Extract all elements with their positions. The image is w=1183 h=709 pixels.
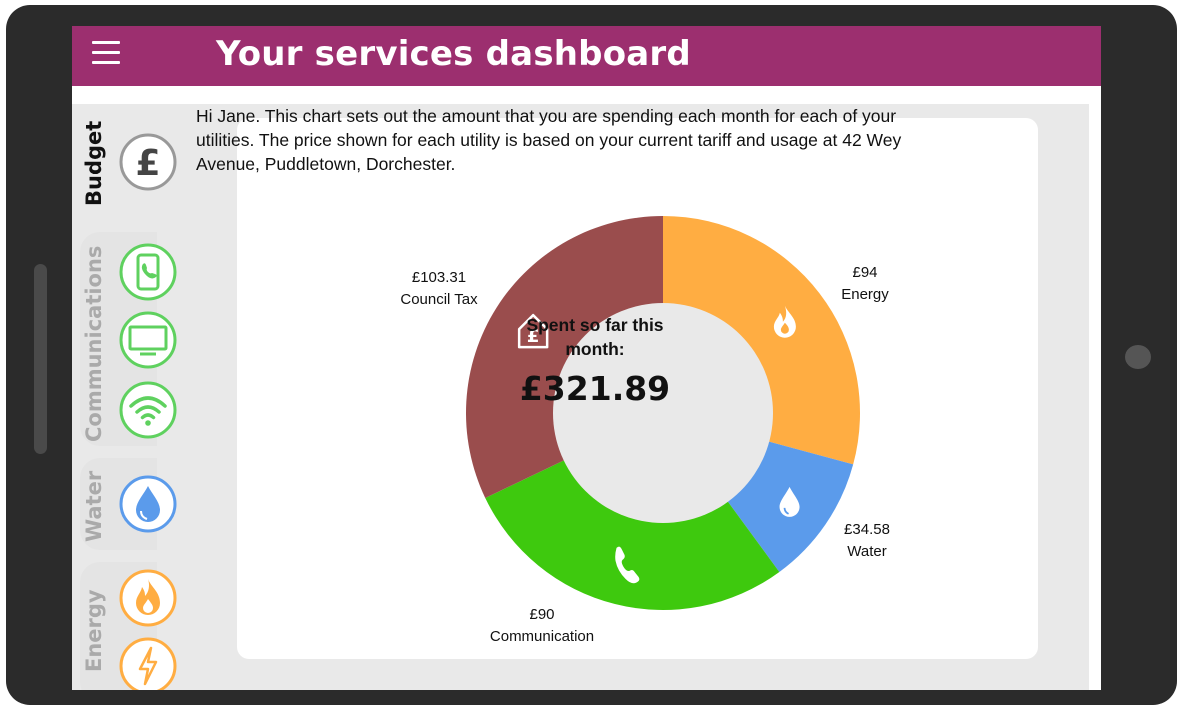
label-council-tax-amount: £103.31 (411, 269, 467, 286)
label-council-tax-name: Council Tax (400, 291, 478, 308)
flame-icon (119, 569, 177, 627)
tab-communications[interactable]: Communications (80, 232, 177, 446)
label-council-tax: £103.31 Council Tax (388, 267, 490, 311)
label-water-name: Water (847, 543, 887, 560)
tab-label-communications: Communications (82, 245, 106, 442)
center-label-line1: Spent so far this (526, 315, 664, 335)
label-communication: £90 Communication (476, 604, 608, 648)
intro-text: Hi Jane. This chart sets out the amount … (196, 106, 902, 174)
tab-label-budget: Budget (82, 120, 106, 206)
water-drop-icon (119, 475, 177, 533)
wifi-icon (119, 381, 177, 439)
pound-coin-icon: £ (119, 133, 177, 191)
label-communication-name: Communication (489, 628, 595, 645)
tab-water[interactable]: Water (80, 458, 177, 550)
tab-energy[interactable]: Energy (80, 562, 177, 690)
label-communication-amount: £90 (529, 606, 555, 623)
label-water-amount: £34.58 (844, 521, 890, 538)
tab-label-energy: Energy (82, 589, 106, 672)
label-energy-amount: £94 (852, 264, 878, 281)
mobile-phone-icon (119, 243, 177, 301)
tab-label-water: Water (82, 470, 106, 542)
label-energy: £94 Energy (830, 262, 900, 306)
label-water: £34.58 Water (830, 519, 904, 563)
page-title: Your services dashboard (216, 34, 691, 74)
tv-icon (119, 311, 177, 369)
label-energy-name: Energy (841, 286, 889, 303)
menu-icon[interactable] (92, 41, 120, 67)
lightning-bolt-icon (119, 637, 177, 690)
tab-budget[interactable]: Budget £ (80, 104, 177, 222)
total-spent-amount: £321.89 (519, 369, 671, 408)
chart-center: Spent so far this month: £321.89 (505, 313, 685, 409)
top-bar: Your services dashboard (72, 26, 1101, 86)
center-label-line2: month: (565, 339, 625, 359)
tablet-side-slot (34, 264, 47, 454)
tablet-home-button (1125, 345, 1151, 369)
svg-text:£: £ (135, 143, 160, 184)
